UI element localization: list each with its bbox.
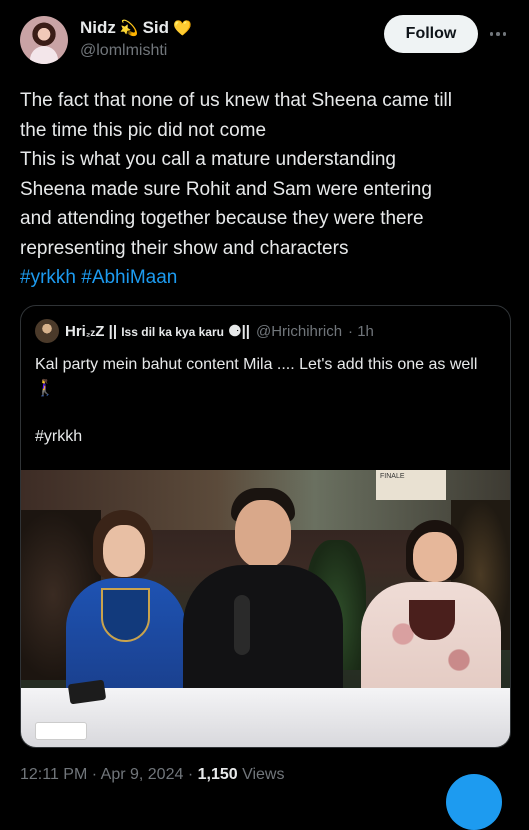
photo-sign: FINALE (376, 470, 446, 500)
quoted-name-z: Z (95, 323, 105, 340)
view-count: 1,150 (197, 766, 238, 783)
quoted-tweet-text: Kal party mein bahut content Mila .... L… (35, 356, 478, 397)
tweet-time[interactable]: 12:11 PM (20, 766, 87, 783)
quoted-time: · 1h (348, 322, 374, 340)
person-right-face (413, 532, 457, 582)
quoted-tweet-header: Hri₂zZ || Iss dil ka kya karu ⚈|| @Hrich… (35, 319, 374, 343)
tweet-line: This is what you call a mature understan… (20, 149, 396, 170)
author-name-row[interactable]: Nidz 💫 Sid 💛 (80, 18, 192, 38)
meta-separator: · (183, 766, 198, 783)
tweet-line: and attending together because they were… (20, 208, 424, 229)
hashtag-line: #yrkkh #AbhiMaan (20, 263, 512, 293)
person-right-top (409, 600, 455, 640)
quoted-author-handle: @Hrichihrich (255, 322, 343, 340)
tweet-body: The fact that none of us knew that Sheen… (20, 86, 512, 293)
author-avatar[interactable] (20, 16, 68, 64)
follow-button[interactable]: Follow (384, 15, 478, 53)
tweet-line: representing their show and characters (20, 237, 349, 259)
tweet-line: The fact that none of us knew that Sheen… (20, 90, 452, 111)
quoted-name-prefix: Hri (65, 323, 86, 340)
quoted-name-sep: || (108, 323, 118, 340)
photo-sign-text: FINALE (380, 473, 405, 480)
quoted-tweet-photo[interactable]: FINALE (21, 470, 510, 747)
meta-separator: · (87, 766, 101, 783)
photo-subscribe-card (35, 722, 87, 740)
tweet-header: Nidz 💫 Sid 💛 @lomlmishti Follow (0, 0, 529, 80)
quoted-tweet[interactable]: Hri₂zZ || Iss dil ka kya karu ⚈|| @Hrich… (20, 305, 511, 748)
sparkle-emoji-icon: 💫 (119, 19, 139, 37)
hashtag-link[interactable]: #AbhiMaan (81, 267, 177, 288)
quoted-author-avatar (35, 319, 59, 343)
tweet-meta: 12:11 PM · Apr 9, 2024 · 1,150 Views (20, 766, 284, 784)
person-center-face (235, 500, 291, 568)
person-left-neckline (101, 588, 150, 642)
author-name-part2: Sid (142, 18, 170, 37)
avatar-figure (30, 46, 58, 64)
person-left-face (103, 525, 145, 577)
hashtag-link[interactable]: #yrkkh (20, 267, 76, 288)
quoted-name-suffix: ⚈|| (228, 323, 250, 340)
views-label: Views (237, 766, 285, 783)
tweet-date[interactable]: Apr 9, 2024 (101, 766, 184, 783)
author-handle[interactable]: @lomlmishti (80, 42, 167, 60)
author-name-part1: Nidz (80, 18, 116, 37)
microphone-icon (234, 595, 250, 655)
compose-button[interactable] (446, 774, 502, 830)
quoted-name-title: Iss dil ka kya karu (121, 325, 224, 339)
quoted-name-sleep: ₂z (85, 328, 96, 339)
tweet-line: Sheena made sure Rohit and Sam were ente… (20, 178, 432, 200)
quoted-hashtag[interactable]: #yrkkh (35, 428, 82, 446)
tweet-line: the time this pic did not come (20, 119, 267, 141)
yellow-heart-emoji-icon: 💛 (173, 19, 192, 37)
more-options-icon[interactable] (486, 22, 510, 46)
quoted-author-name: Hri₂zZ || Iss dil ka kya karu ⚈|| (65, 322, 250, 340)
